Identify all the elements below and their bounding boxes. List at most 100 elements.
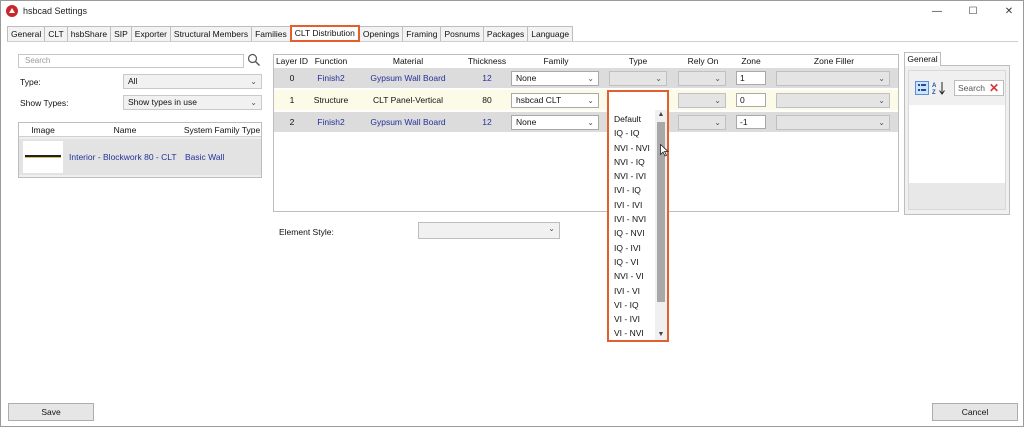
chevron-down-icon: ⌄ xyxy=(250,98,257,107)
type-option[interactable]: IVI - IVI xyxy=(611,198,655,212)
type-option[interactable]: IVI - VI xyxy=(611,284,655,298)
type-option[interactable]: VI - IQ xyxy=(611,298,655,312)
scroll-down-icon[interactable]: ▼ xyxy=(655,330,667,340)
tab-openings[interactable]: Openings xyxy=(358,26,404,42)
tab-language[interactable]: Language xyxy=(527,26,574,42)
type-option[interactable]: NVI - IQ xyxy=(611,155,655,169)
mouse-cursor-icon xyxy=(660,144,669,157)
maximize-button[interactable]: ☐ xyxy=(959,4,987,20)
family-select[interactable]: hsbcad CLT ⌄ xyxy=(511,93,599,108)
settings-window: hsbcad Settings — ☐ ✕ General CLT hsbSha… xyxy=(0,0,1024,427)
table-row[interactable]: 1 Structure CLT Panel-Vertical 80 hsbcad… xyxy=(274,90,898,110)
table-row[interactable]: 2 Finish2 Gypsum Wall Board 12 None ⌄ ⌄ … xyxy=(274,112,898,132)
property-search-input[interactable]: Search ✕ xyxy=(954,80,1004,96)
family-search-input[interactable]: Search xyxy=(18,54,244,68)
zone-input[interactable]: -1 xyxy=(736,115,766,129)
close-button[interactable]: ✕ xyxy=(995,4,1023,20)
family-name-cell: Interior - Blockwork 80 - CLT xyxy=(69,152,177,162)
family-select-value: None xyxy=(516,73,537,83)
type-option[interactable]: VI - IVI xyxy=(611,312,655,326)
chevron-down-icon: ⌄ xyxy=(548,224,555,233)
layer-distribution-grid: Layer ID Function Material Thickness Fam… xyxy=(273,54,899,212)
type-option[interactable]: IQ - IQ xyxy=(611,126,655,140)
rely-on-select[interactable]: ⌄ xyxy=(678,71,726,86)
properties-panel: AZ Search ✕ xyxy=(904,65,1010,215)
function-cell: Finish2 xyxy=(317,117,345,127)
type-select[interactable]: All ⌄ xyxy=(123,74,262,89)
tab-families[interactable]: Families xyxy=(251,26,291,42)
type-option[interactable]: NVI - IVI xyxy=(611,169,655,183)
column-header-material: Material xyxy=(392,56,424,66)
rely-on-select[interactable]: ⌄ xyxy=(678,93,726,108)
type-option[interactable]: Default xyxy=(611,112,655,126)
alphabetical-sort-icon[interactable]: AZ xyxy=(931,80,947,96)
property-description-area xyxy=(909,183,1005,209)
tab-posnums[interactable]: Posnums xyxy=(440,26,484,42)
zone-input[interactable]: 1 xyxy=(736,71,766,85)
function-cell: Structure xyxy=(313,95,349,105)
tab-divider xyxy=(7,41,1018,42)
chevron-down-icon: ⌄ xyxy=(250,77,257,86)
type-option[interactable]: IQ - NVI xyxy=(611,226,655,240)
system-family-type-cell: Basic Wall xyxy=(185,152,225,162)
svg-text:A: A xyxy=(932,83,937,89)
rely-on-select[interactable]: ⌄ xyxy=(678,115,726,130)
type-label: Type: xyxy=(20,77,41,87)
cancel-button[interactable]: Cancel xyxy=(932,403,1018,421)
column-header-image: Image xyxy=(19,123,67,137)
type-option[interactable]: VI - NVI xyxy=(611,326,655,340)
zone-filler-select[interactable]: ⌄ xyxy=(776,93,890,108)
hsbcad-logo-icon xyxy=(6,5,18,17)
tab-exporter[interactable]: Exporter xyxy=(130,26,171,42)
title-bar: hsbcad Settings — ☐ ✕ xyxy=(1,1,1023,23)
type-option[interactable]: IQ - IVI xyxy=(611,241,655,255)
type-option[interactable]: NVI - NVI xyxy=(611,141,655,155)
wall-type-preview-image xyxy=(23,141,63,173)
material-cell: Gypsum Wall Board xyxy=(370,73,446,83)
show-types-select-value: Show types in use xyxy=(128,97,197,107)
type-option[interactable]: IVI - NVI xyxy=(611,212,655,226)
tab-general[interactable]: General xyxy=(7,26,46,42)
column-header-rely-on: Rely On xyxy=(687,56,719,66)
settings-tabs: General CLT hsbShare SIP Exporter Struct… xyxy=(7,25,574,42)
properties-tab-general[interactable]: General xyxy=(904,52,941,66)
layer-id-cell: 1 xyxy=(289,95,295,105)
tab-framing[interactable]: Framing xyxy=(402,26,442,42)
tab-structural-members[interactable]: Structural Members xyxy=(169,26,253,42)
search-icon[interactable] xyxy=(247,53,261,67)
save-button[interactable]: Save xyxy=(8,403,94,421)
zone-input[interactable]: 0 xyxy=(736,93,766,107)
column-header-layer-id: Layer ID xyxy=(275,56,309,66)
minimize-button[interactable]: — xyxy=(923,4,951,20)
column-header-function: Function xyxy=(314,56,348,66)
material-cell: CLT Panel-Vertical xyxy=(372,95,444,105)
chevron-down-icon: ⌄ xyxy=(714,96,721,105)
show-types-select[interactable]: Show types in use ⌄ xyxy=(123,95,262,110)
type-option[interactable]: IVI - IQ xyxy=(611,183,655,197)
type-dropdown-list: Default IQ - IQ NVI - NVI NVI - IQ NVI -… xyxy=(607,90,669,342)
family-select-value: None xyxy=(516,117,537,127)
family-select[interactable]: None ⌄ xyxy=(511,71,599,86)
tab-clt-distribution[interactable]: CLT Distribution xyxy=(289,25,360,42)
chevron-down-icon: ⌄ xyxy=(878,118,885,127)
material-cell: Gypsum Wall Board xyxy=(370,117,446,127)
scroll-up-icon[interactable]: ▲ xyxy=(655,110,667,120)
table-row[interactable]: 0 Finish2 Gypsum Wall Board 12 None ⌄ ⌄ … xyxy=(274,68,898,88)
tab-clt[interactable]: CLT xyxy=(44,26,68,42)
tab-sip[interactable]: SIP xyxy=(110,26,132,42)
tab-hsbshare[interactable]: hsbShare xyxy=(66,26,112,42)
type-select[interactable]: ⌄ xyxy=(609,71,667,86)
family-select[interactable]: None ⌄ xyxy=(511,115,599,130)
zone-filler-select[interactable]: ⌄ xyxy=(776,71,890,86)
type-option[interactable]: NVI - VI xyxy=(611,269,655,283)
categorized-view-icon[interactable] xyxy=(915,81,929,95)
tab-packages[interactable]: Packages xyxy=(482,26,529,42)
table-row[interactable]: Interior - Blockwork 80 - CLT Basic Wall xyxy=(19,139,261,175)
property-search-placeholder: Search xyxy=(958,83,985,93)
clear-search-icon[interactable]: ✕ xyxy=(989,82,1001,94)
zone-filler-select[interactable]: ⌄ xyxy=(776,115,890,130)
type-option[interactable]: IQ - VI xyxy=(611,255,655,269)
element-style-select[interactable]: ⌄ xyxy=(418,222,560,239)
thickness-cell: 12 xyxy=(482,73,492,83)
column-header-zone-filler: Zone Filler xyxy=(813,56,855,66)
